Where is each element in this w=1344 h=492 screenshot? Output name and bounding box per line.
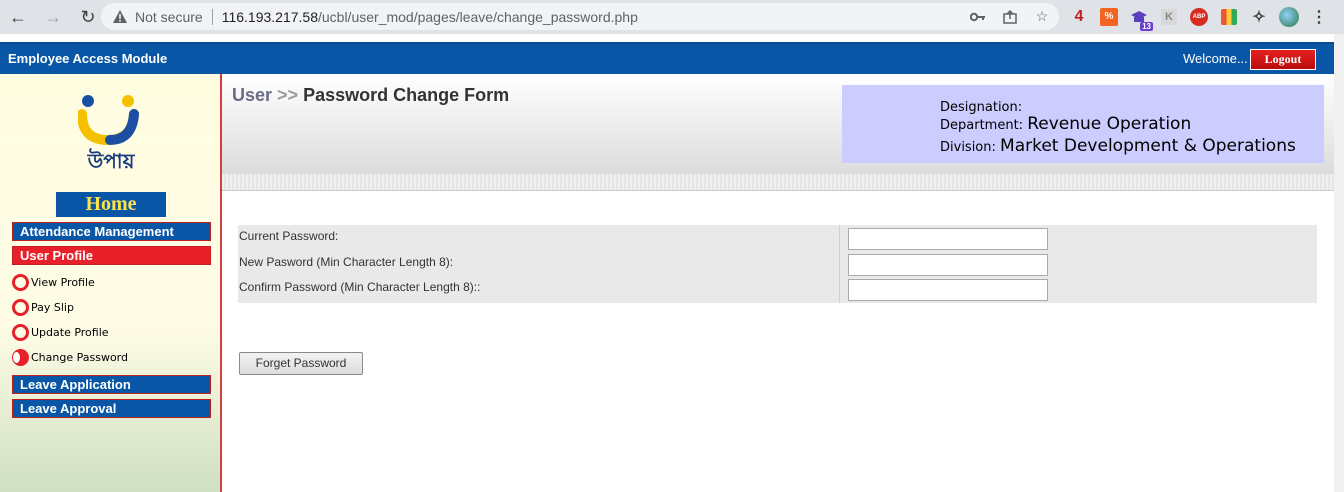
submenu-view-profile[interactable]: View Profile — [12, 273, 95, 291]
extension-badge: 13 — [1140, 22, 1153, 31]
security-status: Not secure — [135, 8, 203, 25]
address-separator — [211, 8, 213, 25]
submenu-update-profile[interactable]: Update Profile — [12, 323, 109, 341]
employee-info-box: Designation: Department: Revenue Operati… — [842, 85, 1324, 163]
header-divider — [222, 174, 1334, 191]
designation-line: Designation: — [940, 96, 1022, 116]
app-title: Employee Access Module — [8, 51, 168, 66]
submenu-label: Update Profile — [31, 325, 109, 339]
home-button[interactable]: Home — [56, 192, 166, 217]
confirm-password-input[interactable] — [848, 279, 1048, 301]
svg-text:উপায়: উপায় — [87, 148, 136, 172]
extensions-puzzle-icon[interactable]: ✧ — [1248, 6, 1270, 28]
ring-bullet-icon — [12, 273, 29, 291]
bookmark-star-icon[interactable]: ☆ — [1033, 8, 1051, 26]
department-line: Department: Revenue Operation — [940, 114, 1191, 134]
ring-bullet-icon — [12, 298, 29, 316]
address-bar[interactable]: Not secure 116.193.217.58/ucbl/user_mod/… — [101, 3, 1059, 30]
browser-menu-icon[interactable]: ⋮ — [1308, 6, 1330, 28]
designation-label: Designation: — [940, 100, 1023, 115]
menu-leave-application[interactable]: Leave Application — [12, 375, 211, 394]
breadcrumb-separator: >> — [277, 85, 299, 105]
forget-password-button[interactable]: Forget Password — [239, 352, 363, 375]
page-scrollbar[interactable] — [1334, 34, 1344, 492]
welcome-text: Welcome... — [1183, 51, 1248, 66]
menu-attendance-management[interactable]: Attendance Management — [12, 222, 211, 241]
upay-logo: উপায় — [77, 92, 144, 173]
division-label: Division: — [940, 140, 996, 155]
department-value: Revenue Operation — [1027, 114, 1192, 134]
submenu-label: Change Password — [31, 350, 128, 364]
adblock-icon[interactable]: ABP — [1188, 6, 1210, 28]
extension-translate-icon[interactable]: % — [1098, 6, 1120, 28]
extension-k-icon[interactable]: K — [1158, 6, 1180, 28]
back-arrow-icon[interactable]: ← — [6, 5, 30, 29]
page-header: User >> Password Change Form Designation… — [222, 74, 1334, 174]
breadcrumb-root[interactable]: User — [232, 85, 272, 105]
submenu-label: View Profile — [31, 275, 95, 289]
browser-toolbar: ← → ↻ Not secure 116.193.217.58/ucbl/use… — [0, 0, 1344, 34]
profile-avatar-icon[interactable] — [1278, 6, 1300, 28]
main-content: Current Password: New Pasword (Min Chara… — [222, 191, 1334, 492]
new-password-input[interactable] — [848, 254, 1048, 276]
ring-bullet-icon — [12, 323, 29, 341]
app-header: Employee Access Module Welcome... Logout — [0, 42, 1334, 74]
url-host: 116.193.217.58 — [221, 8, 318, 25]
submenu-label: Pay Slip — [31, 300, 74, 314]
password-form: Current Password: New Pasword (Min Chara… — [238, 225, 1317, 303]
forward-arrow-icon[interactable]: → — [41, 5, 65, 29]
department-label: Department: — [940, 118, 1024, 133]
submenu-pay-slip[interactable]: Pay Slip — [12, 298, 74, 316]
menu-user-profile[interactable]: User Profile — [12, 246, 211, 265]
current-password-label: Current Password: — [239, 229, 339, 243]
page-title: Password Change Form — [303, 85, 510, 105]
current-password-input[interactable] — [848, 228, 1048, 250]
division-line: Division: Market Development & Operation… — [940, 136, 1296, 156]
reload-icon[interactable]: ↻ — [76, 5, 100, 29]
form-column-divider — [839, 225, 840, 303]
menu-leave-approval[interactable]: Leave Approval — [12, 399, 211, 418]
extension-number-icon[interactable]: 4 — [1068, 6, 1090, 28]
extension-m-icon[interactable] — [1218, 6, 1240, 28]
new-password-label: New Pasword (Min Character Length 8): — [239, 255, 454, 269]
sidebar: উপায় Home Attendance Management User Pr… — [0, 74, 222, 492]
warning-icon[interactable] — [111, 8, 129, 26]
url-path: /ucbl/user_mod/pages/leave/change_passwo… — [317, 8, 638, 25]
key-icon[interactable] — [969, 8, 987, 26]
extension-graduation-icon[interactable]: 13 — [1128, 6, 1153, 31]
division-value: Market Development & Operations — [1000, 136, 1296, 156]
logout-button[interactable]: Logout — [1250, 49, 1316, 70]
confirm-password-label: Confirm Password (Min Character Length 8… — [239, 280, 481, 294]
submenu-change-password[interactable]: Change Password — [12, 348, 128, 366]
active-bullet-icon — [12, 348, 29, 366]
share-icon[interactable] — [1001, 8, 1019, 26]
breadcrumb: User >> Password Change Form — [232, 85, 509, 106]
